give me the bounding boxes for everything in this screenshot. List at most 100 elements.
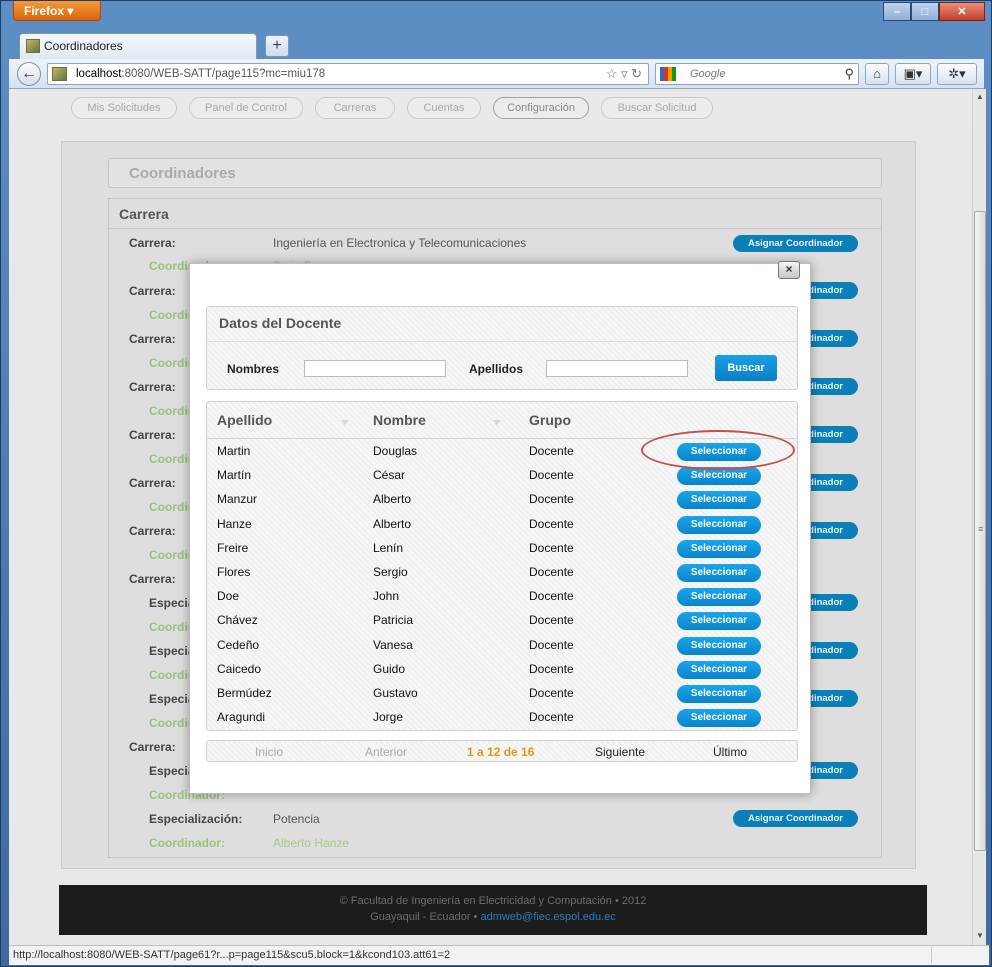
vertical-scrollbar[interactable]: ▲ ≡ ▼ — [972, 89, 986, 945]
nombre-cell: Guido — [373, 661, 406, 676]
specialization-value: Potencia — [273, 812, 320, 826]
close-icon[interactable]: × — [778, 261, 800, 279]
table-row: Caicedo Guido Docente Seleccionar — [207, 658, 797, 682]
column-header-apellido[interactable]: Apellido — [217, 412, 272, 428]
specialization-label: Especialización: — [149, 812, 243, 826]
search-icon[interactable]: ⚲ — [844, 66, 854, 82]
select-button[interactable]: Seleccionar — [677, 588, 761, 607]
page-next-link[interactable]: Siguiente — [595, 745, 645, 759]
section-title: Datos del Docente — [219, 315, 342, 331]
nombre-cell: Alberto — [373, 516, 412, 531]
grupo-cell: Docente — [529, 589, 574, 604]
apellido-cell: Martin — [217, 444, 251, 458]
nombre-cell: Douglas — [373, 444, 418, 458]
footer-location: Guayaquil - Ecuador • admweb@fiec.espol.… — [59, 909, 927, 925]
select-button[interactable]: Seleccionar — [677, 564, 761, 582]
apellido-cell: Freire — [217, 540, 249, 555]
bookmark-star-icon[interactable]: ☆ ▿ ↻ — [606, 66, 642, 82]
apellido-cell: Hanze — [217, 516, 252, 531]
divider — [207, 341, 797, 342]
site-navigation: Mis Solicitudes Panel de Control Carrera… — [9, 89, 972, 127]
nav-carreras[interactable]: Carreras — [315, 97, 395, 119]
tab-strip: Coordinadores + — [9, 31, 984, 59]
new-tab-button[interactable]: + — [265, 35, 289, 57]
google-engine-icon[interactable] — [660, 67, 676, 81]
apellidos-input[interactable] — [546, 360, 688, 377]
tab-title: Coordinadores — [44, 39, 123, 53]
apellido-cell: Martín — [217, 468, 252, 483]
apellidos-label: Apellidos — [469, 362, 524, 376]
grupo-cell: Docente — [529, 468, 574, 483]
address-bar[interactable]: localhost:8080/WEB-SATT/page115?mc=miu17… — [47, 63, 649, 85]
firefox-menu-label: Firefox — [24, 4, 65, 18]
page-prev-link[interactable]: Anterior — [365, 745, 407, 759]
firefox-menu-button[interactable]: Firefox ▾ — [13, 1, 101, 21]
search-bar[interactable]: Google ⚲ — [655, 63, 859, 85]
apellido-cell: Manzur — [217, 492, 258, 507]
carrera-label: Carrera: — [129, 524, 176, 538]
bookmarks-menu-icon[interactable]: ▣▾ — [895, 63, 931, 85]
grupo-cell: Docente — [529, 492, 574, 507]
site-footer: © Facultad de Ingeniería en Electricidad… — [59, 885, 927, 935]
addons-icon[interactable]: ✲▾ — [937, 63, 977, 85]
select-button[interactable]: Seleccionar — [677, 515, 761, 534]
scrollbar-thumb[interactable]: ≡ — [974, 211, 986, 851]
nombre-cell: César — [373, 468, 406, 483]
search-form: Datos del Docente Nombres Apellidos Busc… — [206, 306, 798, 390]
apellido-cell: Bermúdez — [217, 686, 272, 700]
grip-icon: ≡ — [978, 524, 984, 534]
coordinator-label: Coordinador: — [149, 836, 225, 850]
nav-configuracion[interactable]: Configuración — [493, 97, 589, 119]
assign-coordinator-button[interactable]: Asignar Coordinador — [733, 810, 858, 827]
home-icon[interactable]: ⌂ — [865, 63, 889, 85]
docente-picker-dialog: × Datos del Docente Nombres Apellidos Bu… — [189, 261, 811, 794]
carrera-label: Carrera: — [129, 332, 176, 346]
nombres-input[interactable] — [304, 360, 446, 377]
panel-title: Carrera — [109, 199, 881, 229]
select-button[interactable]: Seleccionar — [677, 612, 761, 631]
carrera-value: Ingeniería en Electronica y Telecomunica… — [273, 236, 527, 250]
table-row: Manzur Alberto Docente Seleccionar — [207, 488, 797, 512]
apellido-cell: Flores — [217, 565, 251, 579]
grupo-cell: Docente — [529, 516, 574, 531]
nav-buscar-solicitud[interactable]: Buscar Solicitud — [601, 97, 713, 119]
footer-email-link[interactable]: admweb@fiec.espol.edu.ec — [480, 911, 615, 923]
select-button[interactable]: Seleccionar — [677, 660, 761, 679]
nav-panel-de-control[interactable]: Panel de Control — [189, 97, 303, 119]
select-button[interactable]: Seleccionar — [677, 636, 761, 655]
select-button[interactable]: Seleccionar — [677, 685, 761, 703]
tab-coordinadores[interactable]: Coordinadores — [19, 33, 257, 59]
nav-cuentas[interactable]: Cuentas — [407, 97, 481, 119]
column-header-grupo: Grupo — [529, 412, 571, 428]
table-row: Flores Sergio Docente Seleccionar — [207, 561, 797, 585]
nombre-cell: Lenín — [373, 540, 404, 555]
maximize-icon[interactable]: □ — [911, 2, 939, 21]
minimize-icon[interactable]: – — [883, 2, 911, 21]
column-header-nombre[interactable]: Nombre — [373, 412, 426, 428]
back-arrow-icon[interactable]: ← — [17, 62, 41, 86]
sort-arrow-icon[interactable] — [493, 420, 501, 425]
nav-mis-solicitudes[interactable]: Mis Solicitudes — [71, 97, 177, 119]
nombre-cell: Vanesa — [373, 637, 413, 652]
assign-coordinator-button[interactable]: Asignar Coordinador — [733, 235, 858, 252]
select-button[interactable]: Seleccionar — [677, 709, 761, 728]
search-button[interactable]: Buscar — [715, 355, 777, 381]
window-controls: – □ ✕ — [883, 2, 985, 21]
scroll-down-icon[interactable]: ▼ — [976, 931, 984, 940]
apellido-cell: Chávez — [217, 613, 258, 628]
coordinator-value: Alberto Hanze — [273, 836, 350, 850]
footer-copyright: © Facultad de Ingeniería en Electricidad… — [339, 895, 647, 907]
table-row: Bermúdez Gustavo Docente Seleccionar — [207, 682, 797, 706]
horizontal-scrollbar[interactable] — [931, 947, 971, 963]
grupo-cell: Docente — [529, 565, 574, 579]
page-last-link[interactable]: Último — [713, 745, 747, 759]
select-button[interactable]: Seleccionar — [677, 491, 761, 510]
carrera-label: Carrera: — [129, 572, 176, 586]
sort-arrow-icon[interactable] — [341, 420, 349, 425]
page-first-link[interactable]: Inicio — [255, 745, 283, 759]
carrera-label: Carrera: — [129, 740, 176, 754]
select-button[interactable]: Seleccionar — [677, 539, 761, 558]
close-window-icon[interactable]: ✕ — [939, 2, 985, 21]
table-row: Cedeño Vanesa Docente Seleccionar — [207, 634, 797, 658]
scroll-up-icon[interactable]: ▲ — [976, 92, 984, 101]
